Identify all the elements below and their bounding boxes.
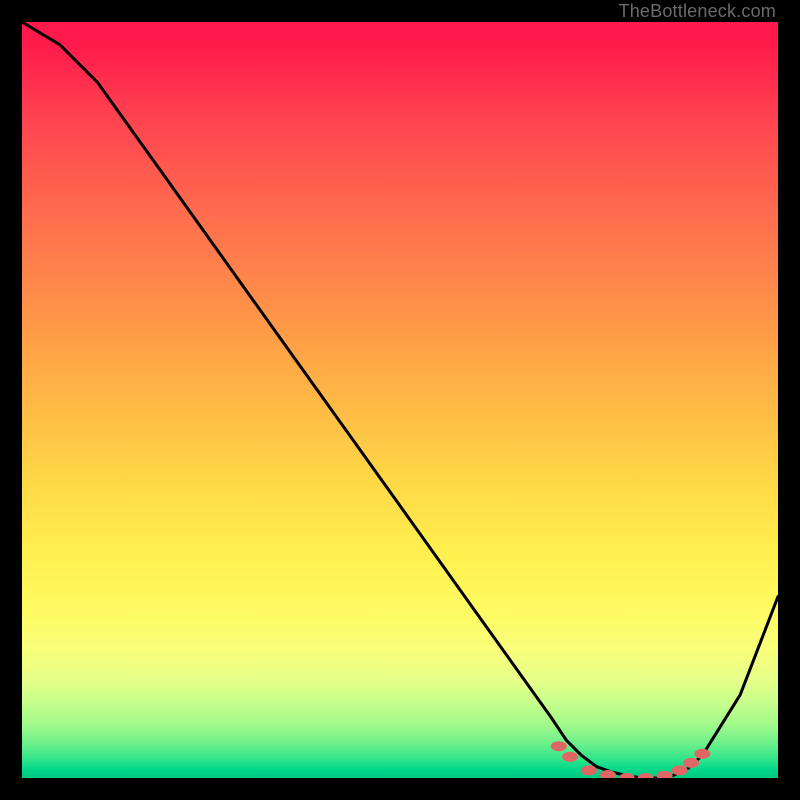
plot-area	[22, 22, 778, 778]
optimal-marker	[638, 773, 654, 778]
optimal-marker	[551, 741, 567, 751]
optimal-marker	[657, 771, 673, 778]
optimal-marker	[672, 765, 688, 775]
attribution-text: TheBottleneck.com	[619, 1, 776, 22]
bottleneck-curve	[22, 22, 778, 778]
optimal-marker	[683, 758, 699, 768]
optimal-marker	[581, 765, 597, 775]
chart-frame: TheBottleneck.com	[0, 0, 800, 800]
curve-layer	[22, 22, 778, 778]
optimal-marker	[562, 752, 578, 762]
optimal-marker	[694, 749, 710, 759]
